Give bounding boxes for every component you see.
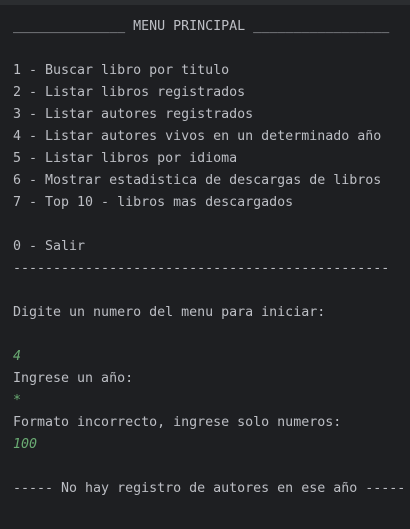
year-prompt: Ingrese un año:	[13, 371, 134, 386]
console-output[interactable]: ______________ MENU PRINCIPAL __________…	[13, 16, 410, 500]
user-input-option: 4	[13, 349, 22, 364]
menu-item: 1 - Buscar libro por titulo	[13, 63, 230, 78]
menu-header: ______________ MENU PRINCIPAL __________…	[13, 19, 390, 34]
menu-item: 4 - Listar autores vivos en un determina…	[13, 129, 382, 144]
menu-item: 2 - Listar libros registrados	[13, 85, 246, 100]
menu-item: 7 - Top 10 - libros mas descargados	[13, 195, 294, 210]
result-message: ----- No hay registro de autores en ese …	[13, 481, 406, 496]
user-input-year: 100	[13, 437, 38, 452]
window-top-bar	[0, 0, 410, 5]
menu-separator: ----------------------------------------…	[13, 261, 390, 276]
menu-item-exit: 0 - Salir	[13, 239, 86, 254]
menu-prompt: Digite un numero del menu para iniciar:	[13, 305, 326, 320]
menu-item: 6 - Mostrar estadistica de descargas de …	[13, 173, 382, 188]
error-message: Formato incorrecto, ingrese solo numeros…	[13, 415, 342, 430]
menu-item: 5 - Listar libros por idioma	[13, 151, 238, 166]
user-input-year-invalid: *	[13, 393, 22, 408]
menu-item: 3 - Listar autores registrados	[13, 107, 254, 122]
